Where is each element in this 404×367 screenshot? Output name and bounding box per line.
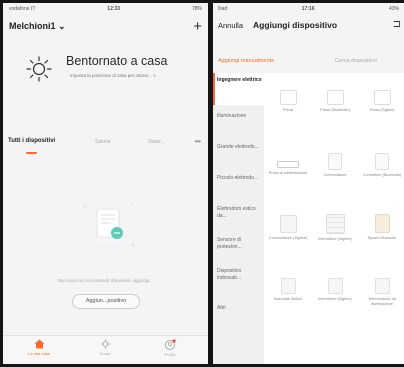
welcome-subtitle: Imposta la posizione di casa per ottene.… <box>70 73 156 78</box>
remote-icon <box>374 278 390 294</box>
category-item[interactable]: Sensore di protezion... <box>213 237 264 250</box>
home-selector[interactable]: Melchioni1 ⌄ <box>9 21 66 32</box>
switch-icon <box>327 278 343 294</box>
status-bar: vodafone IT 12:33 78% <box>3 3 208 15</box>
device-tile[interactable]: Presa (Zigbee) <box>362 90 402 113</box>
tab-stanza[interactable]: Stanz... <box>148 139 165 145</box>
page-title: Aggiungi dispositivo <box>253 20 338 30</box>
device-label: Presa <box>283 108 293 112</box>
profile-icon <box>165 339 176 350</box>
device-label: Spazio Bluetooth <box>367 236 397 240</box>
tab-manual-add[interactable]: Aggiungi manualmente <box>218 58 274 64</box>
sun-icon <box>26 56 52 82</box>
carrier-text: vodafone IT <box>9 6 36 12</box>
status-bar: Iliad 17:16 43% <box>213 3 404 15</box>
category-item[interactable]: Ingegnere elettrico <box>213 73 264 105</box>
power-strip-icon <box>277 161 299 168</box>
category-item[interactable]: Illuminazione <box>213 113 264 120</box>
more-icon[interactable]: ••• <box>195 137 201 146</box>
room-tabs: Tutti i dispositivi Salone Stanz... ••• <box>3 135 208 159</box>
device-label: Commutatore <box>323 173 347 177</box>
switch-icon <box>328 153 342 170</box>
category-item[interactable]: Elettrodom estico da... <box>213 206 264 219</box>
device-tile[interactable]: Bracciale Switch <box>268 278 308 302</box>
home-screen: vodafone IT 12:33 78% Melchioni1 ⌄ + Ben… <box>3 3 208 364</box>
welcome-banner[interactable]: Bentornato a casa Imposta la posizione d… <box>3 47 208 92</box>
device-tile[interactable]: Spazio Bluetooth <box>362 214 402 241</box>
device-label: Interruttore (Zigbee) <box>318 237 352 241</box>
device-tile[interactable]: Presa (Bluetooth) <box>315 90 355 113</box>
nav-profile-label: Profilo <box>164 352 176 357</box>
add-device-button[interactable]: Aggiun...positivo <box>72 294 140 309</box>
nav-home[interactable]: La mia casa <box>19 339 59 356</box>
tab-search-device[interactable]: Cerca dispositivo <box>335 58 377 64</box>
screenshot-frame: vodafone IT 12:33 78% Melchioni1 ⌄ + Ben… <box>0 0 404 367</box>
switch-icon <box>280 278 296 294</box>
battery-text: 78% <box>191 6 202 12</box>
device-label: Commutatore (Zigbee) <box>268 236 308 240</box>
device-label: Interruttore (Zigbee) <box>318 297 352 301</box>
device-label: Presa (Zigbee) <box>369 108 395 112</box>
plus-icon[interactable]: + <box>193 19 202 34</box>
bluetooth-switch-icon <box>374 214 390 233</box>
tab-salone[interactable]: Salone <box>95 139 111 145</box>
nav-smart[interactable]: Smart <box>85 339 125 356</box>
scan-icon[interactable]: ⊐ <box>393 19 401 30</box>
device-label: Telecomando da illuminazione <box>368 297 396 306</box>
add-device-screen: Iliad 17:16 43% Annulla Aggiungi disposi… <box>213 3 404 364</box>
device-label: Presa (Bluetooth) <box>320 108 350 112</box>
category-item[interactable]: Piccolo elettrodo... <box>213 175 264 182</box>
device-tile[interactable]: Interruttore (Zigbee) <box>315 278 355 302</box>
carrier-text: Iliad <box>218 6 228 12</box>
home-icon <box>34 339 44 349</box>
category-item[interactable]: Altri <box>213 305 264 312</box>
device-tile[interactable]: Commutatore <box>315 153 355 178</box>
device-tile[interactable]: Presa <box>268 90 308 113</box>
device-tile[interactable]: Telecomando da illuminazione <box>362 278 402 306</box>
nav-profile[interactable]: Profilo <box>150 339 190 357</box>
device-label: Presa di alimentazione <box>268 171 308 175</box>
socket-icon <box>326 90 344 105</box>
add-mode-tabs: Aggiungi manualmente Cerca dispositivo <box>213 55 404 71</box>
device-label: Bracciale Switch <box>274 297 302 301</box>
device-tile[interactable]: Interruttore (Zigbee) <box>315 214 355 242</box>
clock-text: 12:33 <box>107 6 121 12</box>
bottom-navigation: La mia casa Smart Profilo <box>3 335 208 364</box>
clock-text: 17:16 <box>301 6 315 12</box>
socket-icon <box>279 90 297 105</box>
smart-icon <box>100 339 110 349</box>
panel-switch-icon <box>325 214 345 234</box>
battery-text: 43% <box>388 6 399 12</box>
active-tab-indicator <box>26 152 37 154</box>
tab-all-devices[interactable]: Tutti i dispositivi <box>8 138 55 144</box>
device-tile[interactable]: Commutatore (Zigbee) <box>268 215 308 241</box>
empty-devices-illustration <box>83 204 135 249</box>
welcome-title: Bentornato a casa <box>66 54 168 68</box>
switch-icon <box>375 153 389 170</box>
nav-smart-label: Smart <box>99 351 111 356</box>
switch-icon <box>279 215 297 233</box>
home-header: Melchioni1 ⌄ + <box>3 15 208 37</box>
nav-home-label: La mia casa <box>28 351 50 356</box>
cancel-button[interactable]: Annulla <box>218 21 243 30</box>
device-tile[interactable]: Connettore (Bluetooth) <box>362 153 402 178</box>
category-item[interactable]: Dispositivo indossab... <box>213 268 264 281</box>
device-grid: Presa Presa (Bluetooth) Presa (Zigbee) P… <box>264 73 404 364</box>
category-item[interactable]: Grande elettrodo... <box>213 144 264 151</box>
category-list: Ingegnere elettrico Illuminazione Grande… <box>213 73 264 364</box>
device-tile[interactable]: Presa di alimentazione <box>268 155 308 176</box>
empty-state-text: Non sono ancora presenti dispositivi, ag… <box>57 278 154 283</box>
device-label: Connettore (Bluetooth) <box>362 173 402 177</box>
socket-icon <box>373 90 391 105</box>
add-device-header: Annulla Aggiungi dispositivo ⊐ <box>213 15 404 37</box>
